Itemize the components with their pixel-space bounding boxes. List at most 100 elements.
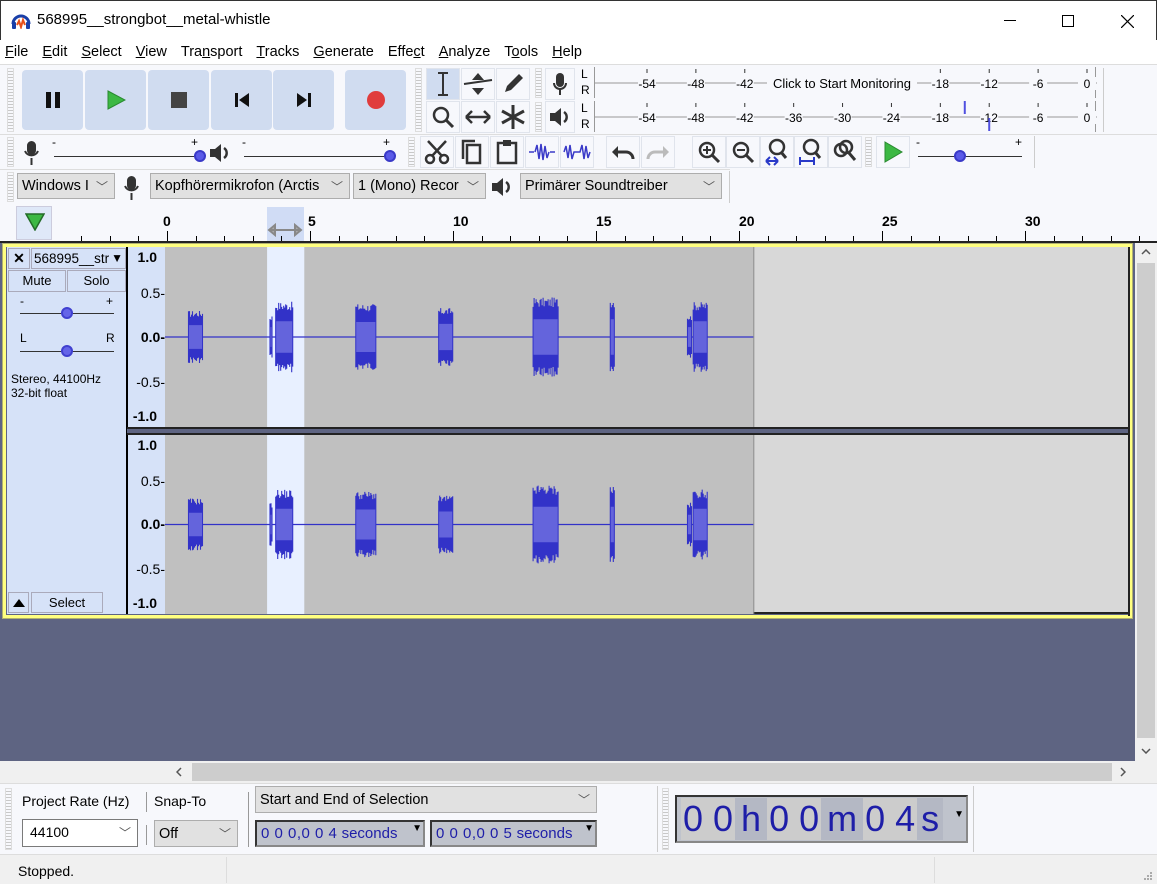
track-name-menu[interactable]: 568995__str ▼: [31, 248, 126, 269]
record-meter[interactable]: -54 -48 -42 -18 -12 -6 0 Click to Start Monitor…: [594, 67, 1097, 98]
slider-thumb[interactable]: [194, 150, 206, 162]
record-volume-slider[interactable]: - +: [48, 135, 208, 167]
maximize-button[interactable]: [1039, 1, 1097, 41]
minimize-button[interactable]: [981, 1, 1039, 41]
zoom-in-button[interactable]: [692, 136, 726, 168]
playback-meter-grip[interactable]: [535, 102, 542, 132]
timeline-ruler[interactable]: 0 5 10 15 20 25 30: [0, 205, 1157, 243]
zoom-out-button[interactable]: [726, 136, 760, 168]
menu-help[interactable]: Help: [552, 44, 582, 60]
menu-tracks[interactable]: Tracks: [256, 44, 299, 60]
close-button[interactable]: [1098, 1, 1156, 41]
recording-channels-select[interactable]: 1 (Mono) Recor ﹀: [353, 173, 486, 199]
slider-thumb[interactable]: [61, 345, 73, 357]
dropdown-triangle-icon[interactable]: ▼: [584, 823, 594, 834]
slider-thumb[interactable]: [61, 307, 73, 319]
vertical-scale-right-channel[interactable]: 1.0 0.5- 0.0- -0.5- -1.0: [127, 435, 165, 614]
trim-audio-button[interactable]: [525, 136, 559, 168]
slider-thumb[interactable]: [384, 150, 396, 162]
scroll-up-arrow-icon[interactable]: [1141, 249, 1151, 255]
selection-toolbar-grip[interactable]: [5, 788, 12, 850]
menu-effect[interactable]: Effect: [388, 44, 425, 60]
ruler-minor-tick: [939, 236, 941, 241]
time-shift-tool-button[interactable]: [461, 101, 495, 133]
transport-toolbar-grip[interactable]: [7, 68, 14, 132]
zoom-toggle-button[interactable]: [828, 136, 862, 168]
menu-view[interactable]: View: [136, 44, 167, 60]
dropdown-triangle-icon[interactable]: ▼: [412, 823, 422, 834]
undo-button[interactable]: [606, 136, 640, 168]
snap-to-select[interactable]: Off ﹀: [154, 820, 238, 847]
record-meter-grip[interactable]: [535, 68, 542, 98]
track-close-button[interactable]: ✕: [8, 248, 30, 269]
silence-audio-button[interactable]: [560, 136, 594, 168]
playback-meter-button[interactable]: [545, 101, 575, 133]
selection-mode-select[interactable]: Start and End of Selection ﹀: [255, 786, 597, 813]
play-at-speed-button[interactable]: [876, 136, 910, 168]
waveform-left-channel[interactable]: [165, 247, 1128, 427]
gain-slider[interactable]: - +: [20, 294, 116, 323]
envelope-tool-button[interactable]: [461, 68, 495, 100]
resize-grip-icon[interactable]: [1143, 871, 1153, 881]
waveform-right-channel[interactable]: [165, 435, 1128, 614]
playback-volume-slider[interactable]: - +: [238, 135, 398, 167]
record-meter-button[interactable]: [545, 68, 575, 100]
play-speed-slider[interactable]: - +: [912, 135, 1027, 167]
selection-end-time[interactable]: 0 0 0,0 0 5 seconds ▼: [430, 820, 597, 847]
draw-tool-button[interactable]: [496, 68, 530, 100]
menu-generate[interactable]: Generate: [313, 44, 373, 60]
project-rate-combo[interactable]: 44100 ﹀: [22, 819, 138, 847]
vertical-scrollbar[interactable]: [1135, 243, 1157, 761]
skip-to-start-button[interactable]: [211, 70, 272, 130]
solo-button[interactable]: Solo: [67, 270, 126, 292]
paste-button[interactable]: [490, 136, 524, 168]
selection-tool-button[interactable]: [426, 68, 460, 100]
fit-project-button[interactable]: [794, 136, 828, 168]
collapse-track-button[interactable]: [8, 592, 29, 613]
playback-device-select[interactable]: Primärer Soundtreiber ﹀: [520, 173, 722, 199]
meter-tick-label: -12: [981, 77, 999, 91]
horizontal-scroll-thumb[interactable]: [192, 763, 1112, 781]
scroll-right-arrow-icon[interactable]: [1120, 767, 1126, 777]
pause-button[interactable]: [22, 70, 83, 130]
play-button[interactable]: [85, 70, 146, 130]
ruler-minor-tick: [510, 236, 512, 241]
menu-file[interactable]: File: [5, 44, 28, 60]
menu-edit[interactable]: Edit: [42, 44, 67, 60]
menu-tools[interactable]: Tools: [504, 44, 538, 60]
record-button[interactable]: [345, 70, 406, 130]
scroll-down-arrow-icon[interactable]: [1141, 748, 1151, 754]
mute-button[interactable]: Mute: [8, 270, 66, 292]
waveform-rms: [188, 325, 203, 349]
zoom-tool-button[interactable]: [426, 101, 460, 133]
selection-start-time[interactable]: 0 0 0,0 0 4 seconds ▼: [255, 820, 425, 847]
snap-to-value: Off: [159, 825, 179, 842]
horizontal-scrollbar[interactable]: [0, 761, 1157, 783]
skip-to-end-button[interactable]: [273, 70, 334, 130]
edit-toolbar-grip[interactable]: [408, 137, 415, 167]
audio-host-select[interactable]: Windows I ﹀: [17, 173, 115, 199]
tools-toolbar-grip[interactable]: [415, 68, 422, 132]
pan-slider[interactable]: L R: [20, 331, 116, 360]
vertical-scroll-thumb[interactable]: [1137, 263, 1155, 738]
cut-button[interactable]: [420, 136, 454, 168]
mixer-toolbar-grip[interactable]: [7, 137, 14, 167]
select-track-button[interactable]: Select: [31, 592, 103, 613]
menu-select[interactable]: Select: [81, 44, 121, 60]
stop-button[interactable]: [148, 70, 209, 130]
time-toolbar-grip[interactable]: [662, 788, 669, 850]
playback-meter[interactable]: -54-48-42-36-30-24-18-12-60: [594, 101, 1097, 132]
fit-selection-button[interactable]: [760, 136, 794, 168]
device-toolbar-grip[interactable]: [7, 172, 14, 202]
multi-tool-button[interactable]: [496, 101, 530, 133]
vertical-scale-left-channel[interactable]: 1.0 0.5- 0.0- -0.5- -1.0: [127, 247, 165, 427]
audio-position-display[interactable]: 0 0 h 0 0 m 0 4 s ▼: [675, 795, 968, 843]
copy-button[interactable]: [455, 136, 489, 168]
dropdown-triangle-icon[interactable]: ▼: [954, 809, 964, 820]
slider-thumb[interactable]: [953, 150, 966, 162]
scroll-left-arrow-icon[interactable]: [176, 767, 182, 777]
menu-transport[interactable]: Transport: [181, 44, 243, 60]
play-at-speed-grip[interactable]: [865, 137, 872, 167]
recording-device-select[interactable]: Kopfhörermikrofon (Arctis ﹀: [150, 173, 350, 199]
menu-analyze[interactable]: Analyze: [439, 44, 491, 60]
